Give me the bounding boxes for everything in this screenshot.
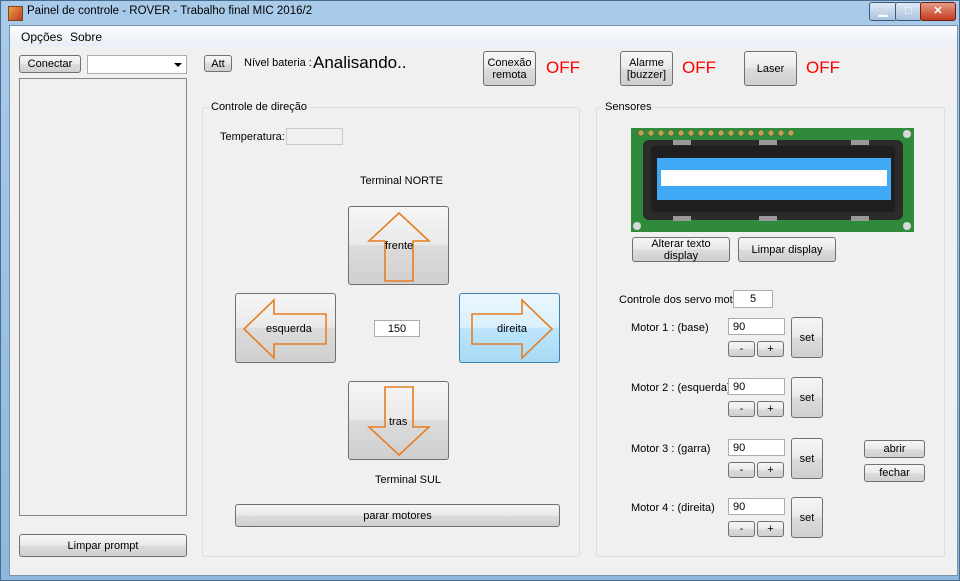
sensors-group: Sensores Alterar texto display Limpar di… (596, 101, 945, 557)
close-button[interactable]: ✕ (920, 2, 956, 21)
motor-1-value[interactable]: 90 (728, 318, 785, 335)
clear-prompt-button[interactable]: Limpar prompt (19, 534, 187, 557)
remote-label-line1: Conexão (487, 56, 532, 69)
chevron-down-icon (174, 63, 182, 67)
stop-motors-button[interactable]: parar motores (235, 504, 560, 527)
remote-label-line2: remota (492, 68, 527, 81)
temperature-label: Temperatura: (220, 131, 285, 143)
motor-1-label: Motor 1 : (base) (631, 322, 709, 334)
change-display-text-button[interactable]: Alterar texto display (632, 237, 730, 262)
menu-sobre[interactable]: Sobre (70, 30, 102, 44)
clear-display-button[interactable]: Limpar display (738, 237, 836, 262)
alarm-status: OFF (682, 58, 716, 77)
motor-3-set-button[interactable]: set (791, 438, 823, 479)
menu-bar: Opções Sobre (10, 26, 957, 46)
back-button[interactable]: tras (348, 381, 449, 460)
motor-3-value[interactable]: 90 (728, 439, 785, 456)
motor-1-minus-button[interactable]: - (728, 341, 755, 357)
minimize-button[interactable]: ▁ (869, 2, 897, 21)
motor-4-plus-button[interactable]: + (757, 521, 784, 537)
motor-4-set-button[interactable]: set (791, 497, 823, 538)
speed-field[interactable]: 150 (374, 320, 420, 337)
motor-2-value[interactable]: 90 (728, 378, 785, 395)
forward-label: frente (385, 240, 414, 252)
motor-3-minus-button[interactable]: - (728, 462, 755, 478)
connect-button[interactable]: Conectar (19, 55, 81, 73)
prompt-listbox[interactable] (19, 78, 187, 516)
remote-status: OFF (546, 58, 580, 77)
maximize-button[interactable]: □ (895, 2, 922, 21)
open-claw-button[interactable]: abrir (864, 440, 925, 458)
remote-connection-button[interactable]: Conexão remota (483, 51, 536, 86)
title-bar: Painel de controle - ROVER - Trabalho fi… (1, 1, 959, 25)
att-button[interactable]: Att (204, 55, 232, 72)
alarm-buzzer-button[interactable]: Alarme [buzzer] (620, 51, 673, 86)
close-claw-button[interactable]: fechar (864, 464, 925, 482)
right-button[interactable]: direita (459, 293, 560, 363)
back-label: tras (389, 416, 408, 428)
right-label: direita (497, 323, 527, 335)
window-title: Painel de controle - ROVER - Trabalho fi… (27, 5, 313, 17)
motor-2-minus-button[interactable]: - (728, 401, 755, 417)
direction-group: Controle de direção Temperatura: Termina… (202, 101, 580, 557)
north-terminal-label: Terminal NORTE (360, 175, 443, 187)
direction-group-title: Controle de direção (209, 101, 310, 113)
motor-3-plus-button[interactable]: + (757, 462, 784, 478)
lcd-display-image (631, 128, 914, 232)
laser-status: OFF (806, 58, 840, 77)
alarm-label-line2: [buzzer] (626, 68, 667, 81)
forward-button[interactable]: frente (348, 206, 449, 285)
sensors-group-title: Sensores (603, 101, 654, 113)
laser-button[interactable]: Laser (744, 51, 797, 86)
motor-1-plus-button[interactable]: + (757, 341, 784, 357)
left-button[interactable]: esquerda (235, 293, 336, 363)
port-combo[interactable] (87, 55, 187, 74)
south-terminal-label: Terminal SUL (375, 474, 442, 486)
motor-2-plus-button[interactable]: + (757, 401, 784, 417)
battery-value: Analisando.. (313, 53, 407, 72)
client-area: Opções Sobre Conectar Limpar prompt Att … (9, 25, 958, 576)
servo-count-field[interactable]: 5 (733, 290, 773, 308)
motor-4-label: Motor 4 : (direita) (631, 502, 715, 514)
app-icon (8, 6, 23, 21)
motor-1-set-button[interactable]: set (791, 317, 823, 358)
motor-2-label: Motor 2 : (esquerda) (631, 382, 731, 394)
motor-3-label: Motor 3 : (garra) (631, 443, 711, 455)
menu-opcoes[interactable]: Opções (21, 30, 62, 44)
motor-2-set-button[interactable]: set (791, 377, 823, 418)
motor-4-value[interactable]: 90 (728, 498, 785, 515)
motor-4-minus-button[interactable]: - (728, 521, 755, 537)
left-label: esquerda (266, 323, 312, 335)
battery-label: Nível bateria : (244, 57, 312, 69)
alarm-label-line1: Alarme (629, 56, 664, 69)
temperature-field[interactable] (286, 128, 343, 145)
app-window: Painel de controle - ROVER - Trabalho fi… (0, 0, 960, 581)
